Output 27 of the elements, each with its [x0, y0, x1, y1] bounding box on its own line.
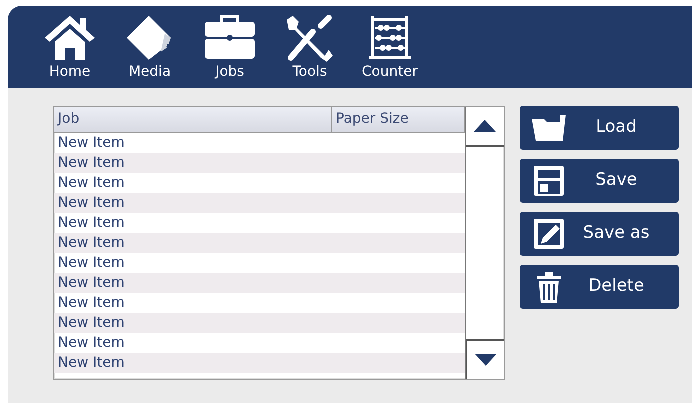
job-row[interactable]: New Item	[54, 333, 466, 353]
column-header[interactable]: Paper Size	[332, 107, 465, 132]
scroll-up-button[interactable]	[466, 107, 504, 147]
down-triangle-icon	[474, 354, 497, 366]
job-row[interactable]: New Item	[54, 353, 466, 373]
up-triangle-icon	[474, 120, 496, 132]
action-button[interactable]: Save as	[520, 212, 679, 256]
scroll-down-button[interactable]	[466, 339, 504, 379]
job-row[interactable]: New Item	[54, 213, 466, 233]
job-row[interactable]: New Item	[54, 133, 466, 153]
job-row[interactable]: New Item	[54, 233, 466, 253]
column-header[interactable]: Job	[54, 107, 332, 132]
nav-tab[interactable]: Home	[30, 12, 110, 88]
action-button[interactable]: Load	[520, 106, 679, 150]
job-row[interactable]: New Item	[54, 153, 466, 173]
action-button[interactable]: Save	[520, 159, 679, 203]
nav-tab[interactable]: Media	[110, 12, 190, 88]
job-row[interactable]: New Item	[54, 253, 466, 273]
job-row[interactable]: New Item	[54, 293, 466, 313]
action-button[interactable]: Delete	[520, 265, 679, 309]
nav-tab[interactable]: Tools	[270, 12, 350, 88]
nav-tab[interactable]: Counter	[350, 12, 430, 88]
job-row[interactable]: New Item	[54, 173, 466, 193]
nav-tab[interactable]: Jobs	[190, 12, 270, 88]
job-row[interactable]: New Item	[54, 313, 466, 333]
job-row[interactable]: New Item	[54, 193, 466, 213]
job-row[interactable]: New Item	[54, 273, 466, 293]
